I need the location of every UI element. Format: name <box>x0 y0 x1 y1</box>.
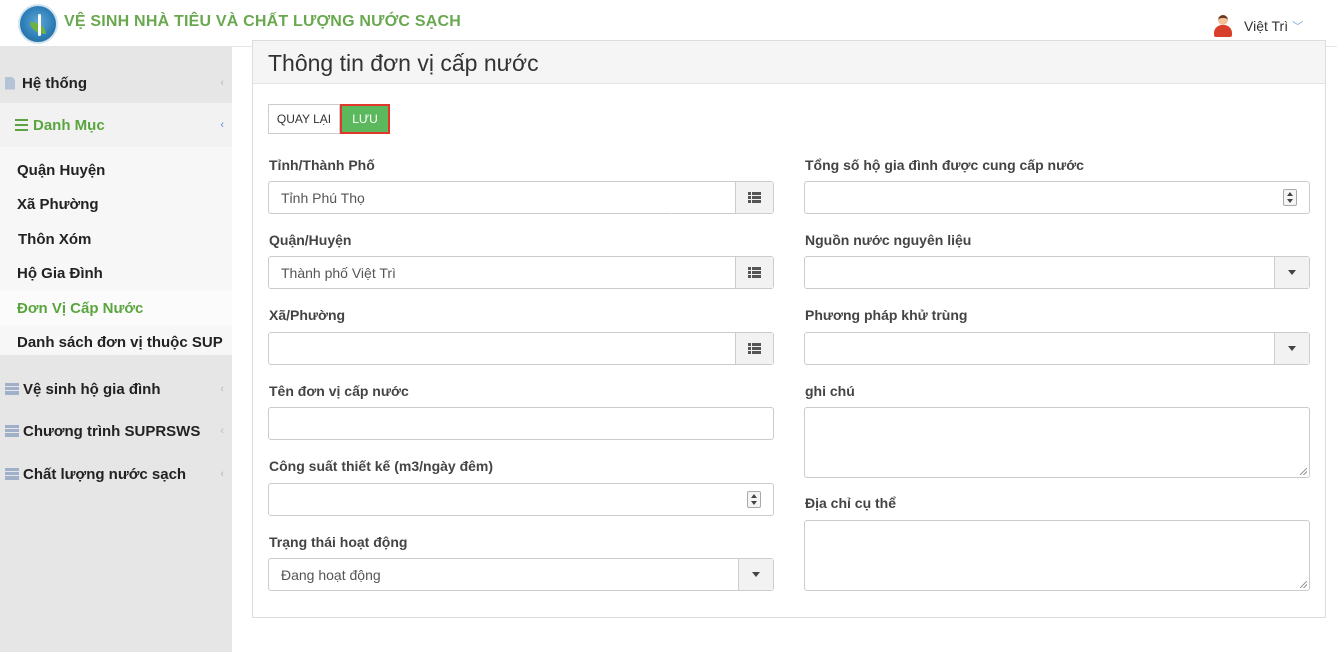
sidebar-item-label: Chất lượng nước sạch <box>23 465 187 483</box>
district-field[interactable]: Thành phố Việt Trì <box>268 256 774 289</box>
chevron-left-icon: ‹ <box>220 468 224 480</box>
province-label: Tỉnh/Thành Phố <box>269 157 375 173</box>
number-stepper[interactable] <box>747 491 761 508</box>
list-icon <box>15 119 28 131</box>
sidebar-subitem-household[interactable]: Hộ Gia Đình <box>17 265 103 282</box>
supplier-name-label: Tên đơn vị cấp nước <box>269 383 409 399</box>
sidebar-subitem-sup-units[interactable]: Danh sách đơn vị thuộc SUP <box>17 334 223 351</box>
user-avatar-icon <box>1212 15 1234 37</box>
note-textarea[interactable] <box>804 407 1310 478</box>
households-input[interactable] <box>804 181 1310 214</box>
logo-icon <box>18 4 58 44</box>
user-menu[interactable]: Việt Trì ﹀ <box>1212 15 1303 37</box>
number-stepper[interactable] <box>1283 189 1297 206</box>
province-value: Tỉnh Phú Thọ <box>281 190 365 206</box>
status-select[interactable]: Đang hoạt động <box>268 558 774 591</box>
sidebar-item-label: Danh Mục <box>33 116 105 134</box>
list-icon <box>748 343 761 354</box>
province-field[interactable]: Tỉnh Phú Thọ <box>268 181 774 214</box>
ward-field[interactable] <box>268 332 774 365</box>
district-label: Quận/Huyện <box>269 232 352 248</box>
server-icon <box>5 468 19 480</box>
households-label: Tổng số hộ gia đình được cung cấp nước <box>805 157 1084 173</box>
status-label: Trạng thái hoạt động <box>269 534 408 550</box>
chevron-left-icon: ‹ <box>220 383 224 395</box>
chevron-left-icon: ‹ <box>220 119 224 131</box>
list-icon <box>748 267 761 278</box>
caret-down-icon <box>1288 270 1296 275</box>
sidebar-item-system[interactable]: Hệ thống ‹ <box>0 65 232 101</box>
water-source-select[interactable] <box>804 256 1310 289</box>
status-dropdown-toggle[interactable] <box>738 559 773 590</box>
capacity-label: Công suất thiết kế (m3/ngày đêm) <box>269 458 494 474</box>
sidebar-item-suprsws[interactable]: Chương trình SUPRSWS ‹ <box>0 414 232 448</box>
sidebar-item-label: Vệ sinh hộ gia đình <box>23 380 161 398</box>
disinfection-label: Phương pháp khử trùng <box>805 307 968 323</box>
note-label: ghi chú <box>805 383 855 399</box>
supplier-name-input[interactable] <box>268 407 774 440</box>
sidebar: Hệ thống ‹ Danh Mục ‹ Quận Huyện Xã Phườ… <box>0 47 232 652</box>
water-source-label: Nguồn nước nguyên liệu <box>805 232 972 248</box>
water-source-dropdown-toggle[interactable] <box>1274 257 1309 288</box>
status-value: Đang hoạt động <box>281 567 381 583</box>
chevron-left-icon: ‹ <box>220 425 224 437</box>
ward-label: Xã/Phường <box>269 307 346 323</box>
caret-down-icon <box>752 572 760 577</box>
chevron-down-icon: ﹀ <box>1292 21 1304 33</box>
user-name: Việt Trì <box>1244 18 1289 34</box>
ward-picker-button[interactable] <box>735 333 773 364</box>
page-title: Thông tin đơn vị cấp nước <box>268 50 539 76</box>
chevron-left-icon: ‹ <box>220 77 224 89</box>
sidebar-item-catalog[interactable]: Danh Mục ‹ <box>0 103 232 147</box>
address-textarea[interactable] <box>804 520 1310 591</box>
back-button[interactable]: QUAY LẠI <box>268 104 340 134</box>
province-picker-button[interactable] <box>735 182 773 213</box>
sidebar-item-label: Hệ thống <box>22 74 87 92</box>
panel-header: Thông tin đơn vị cấp nước <box>253 41 1325 84</box>
app-title: VỆ SINH NHÀ TIÊU VÀ CHẤT LƯỢNG NƯỚC SẠCH <box>64 13 461 30</box>
document-icon <box>5 76 15 90</box>
disinfection-dropdown-toggle[interactable] <box>1274 333 1309 364</box>
sidebar-item-household-sanitation[interactable]: Vệ sinh hộ gia đình ‹ <box>0 372 232 406</box>
sidebar-subitem-ward[interactable]: Xã Phường <box>17 196 99 213</box>
district-picker-button[interactable] <box>735 257 773 288</box>
address-label: Địa chỉ cụ thể <box>805 495 897 511</box>
sidebar-subitem-district[interactable]: Quận Huyện <box>17 162 105 179</box>
list-icon <box>748 192 761 203</box>
capacity-input[interactable] <box>268 483 774 516</box>
district-value: Thành phố Việt Trì <box>281 265 396 281</box>
disinfection-select[interactable] <box>804 332 1310 365</box>
sidebar-item-label: Chương trình SUPRSWS <box>23 422 201 440</box>
save-button[interactable]: LƯU <box>340 104 390 134</box>
sidebar-subitem-hamlet[interactable]: Thôn Xóm <box>18 231 91 248</box>
server-icon <box>5 383 19 395</box>
server-icon <box>5 425 19 437</box>
sidebar-item-water-quality[interactable]: Chất lượng nước sạch ‹ <box>0 457 232 491</box>
caret-down-icon <box>1288 346 1296 351</box>
sidebar-subitem-water-supplier[interactable]: Đơn Vị Cấp Nước <box>17 300 143 317</box>
